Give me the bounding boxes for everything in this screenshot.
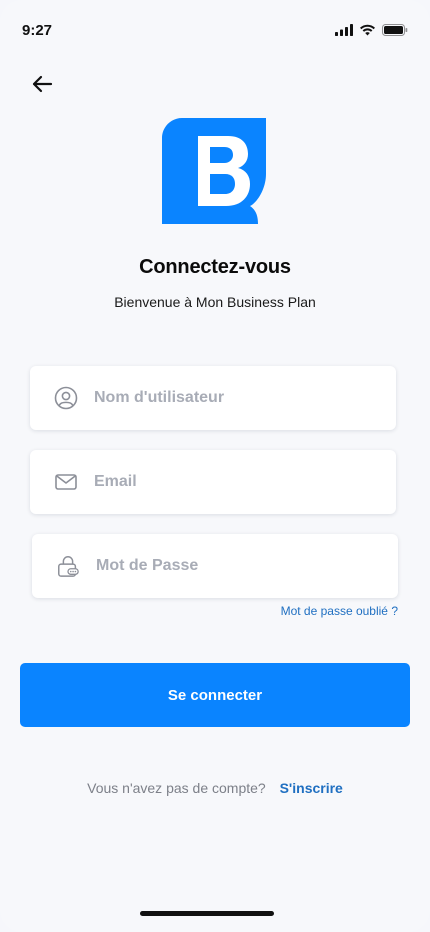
signup-row: Vous n'avez pas de compte? S'inscrire bbox=[0, 780, 430, 796]
battery-icon bbox=[382, 24, 408, 36]
status-time: 9:27 bbox=[22, 22, 53, 39]
back-button[interactable] bbox=[26, 70, 58, 98]
forgot-password-link[interactable]: Mot de passe oublié ? bbox=[281, 604, 398, 618]
signup-link[interactable]: S'inscrire bbox=[280, 780, 343, 796]
status-icons bbox=[335, 24, 408, 36]
email-field[interactable] bbox=[30, 450, 396, 514]
envelope-icon bbox=[54, 470, 78, 494]
home-indicator bbox=[140, 911, 274, 916]
wifi-icon bbox=[360, 24, 375, 36]
username-field[interactable] bbox=[30, 366, 396, 430]
lock-icon bbox=[56, 554, 80, 578]
status-bar: 9:27 bbox=[0, 0, 430, 62]
page-subtitle: Bienvenue à Mon Business Plan bbox=[114, 294, 316, 310]
password-input[interactable] bbox=[96, 557, 346, 575]
password-field[interactable] bbox=[32, 534, 398, 598]
username-input[interactable] bbox=[94, 389, 344, 407]
arrow-left-icon bbox=[32, 75, 53, 93]
app-logo bbox=[162, 118, 266, 224]
user-circle-icon bbox=[54, 386, 78, 410]
login-button[interactable]: Se connecter bbox=[20, 663, 410, 727]
signup-prompt: Vous n'avez pas de compte? bbox=[87, 780, 266, 796]
email-input[interactable] bbox=[94, 473, 344, 491]
page-title: Connectez-vous bbox=[139, 256, 291, 278]
login-screen: 9:27 Connectez-vous Bienvenue à Mon Busi… bbox=[0, 0, 430, 932]
signal-icon bbox=[335, 24, 353, 36]
